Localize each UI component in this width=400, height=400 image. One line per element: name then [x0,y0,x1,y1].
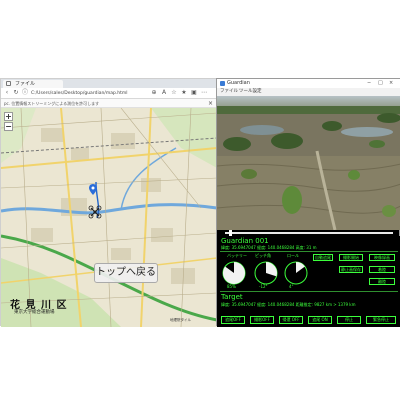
minimize-icon[interactable]: − [367,79,371,88]
info-icon[interactable]: ⓘ [22,90,28,96]
app-icon [220,81,225,86]
zoom-in-button[interactable]: + [4,112,13,121]
more-icon[interactable]: ⋯ [201,90,207,96]
menu-tools[interactable]: ツール設定 [239,88,262,96]
desktop: ファイル ‹ ↻ ⓘ C:/Users/sales/Desktop/guardi… [0,0,400,400]
map-view[interactable]: + − [1,108,217,327]
divider [220,291,398,292]
drone-icon[interactable] [88,205,102,219]
window-title: Guardian [227,80,250,86]
zoom-out-button[interactable]: − [4,122,13,131]
land-button[interactable]: 着陸 [369,266,395,273]
browser-tab[interactable]: ファイル [3,80,63,88]
collections-icon[interactable]: ▣ [191,90,197,96]
roll-gauge [284,261,308,285]
browser-window: ファイル ‹ ↻ ⓘ C:/Users/sales/Desktop/guardi… [0,78,217,327]
divider [220,251,398,252]
gauge-value-roll: 4° [289,284,294,289]
close-icon[interactable]: × [208,99,213,108]
file-icon [6,81,11,86]
target-title: Target [221,293,243,301]
star-icon[interactable]: ☆ [171,90,177,96]
menu-bar: ファイル ツール設定 [217,88,400,96]
drone-coords: 緯度: 35.6947047 経度: 140.0468284 高度: 31 m [221,245,317,250]
shooting-off-button[interactable]: 撮影OFF [250,316,274,324]
zoom-icon[interactable]: ⊕ [151,90,157,96]
tab-label: ファイル [15,81,36,87]
address-bar: ‹ ↻ ⓘ C:/Users/sales/Desktop/guardian/ma… [1,88,217,99]
seek-track[interactable] [225,232,393,234]
read-aloud-icon[interactable]: A [161,90,167,96]
refresh-icon[interactable]: ↻ [13,90,19,96]
topographic-map [1,108,217,327]
maximize-icon[interactable]: □ [378,79,383,88]
district-sublabel: 東京大学総合運動場 [14,310,55,315]
tracking-off-button[interactable]: 追尾OFF [221,316,245,324]
title-bar: Guardian − □ × [217,79,400,88]
gauge-value-battery: 85% [227,284,236,289]
location-pin-icon[interactable] [89,184,97,195]
url-field[interactable]: C:/Users/sales/Desktop/guardian/map.html [31,89,128,98]
favorites-icon[interactable]: ★ [181,90,187,96]
close-icon[interactable]: × [389,79,393,88]
guardian-window: Guardian − □ × ファイル ツール設定 Guardian 001 緯… [216,78,400,327]
tab-bar: ファイル [1,79,217,88]
target-info: 緯度: 35.6947047 経度: 140.0468284 距離推定: 982… [221,302,356,307]
aerial-image [217,96,400,230]
back-icon[interactable]: ‹ [4,90,10,96]
gauge-value-pitch: -12° [259,284,268,289]
back-to-top-button[interactable]: トップへ戻る [94,263,158,283]
takeoff-button[interactable]: 離陸 [369,278,395,285]
save-image-button[interactable]: 静止画保存 [339,266,363,273]
stop-button[interactable]: 停止 [337,316,361,324]
map-attribution: 地理院タイル [170,318,191,322]
telemetry-panel: Guardian 001 緯度: 35.6947047 経度: 140.0468… [217,236,400,327]
tracking-on-button[interactable]: 追尾 ON [308,316,332,324]
camera-feed [217,96,400,230]
menu-file[interactable]: ファイル [220,88,238,96]
record-video-button[interactable]: 映像録画 [369,254,395,261]
return-off-button[interactable]: 帰還 OFF [279,316,303,324]
info-text: pc. 位置情報ストリーミングによる測位を許可します [4,101,100,106]
emergency-stop-button[interactable]: 緊急停止 [366,316,396,324]
info-bar: pc. 位置情報ストリーミングによる測位を許可します × [1,99,217,108]
auto-track-button[interactable]: 自動追尾 [313,254,333,261]
drone-name: Guardian 001 [221,237,269,245]
start-shooting-button[interactable]: 撮影開始 [339,254,363,261]
